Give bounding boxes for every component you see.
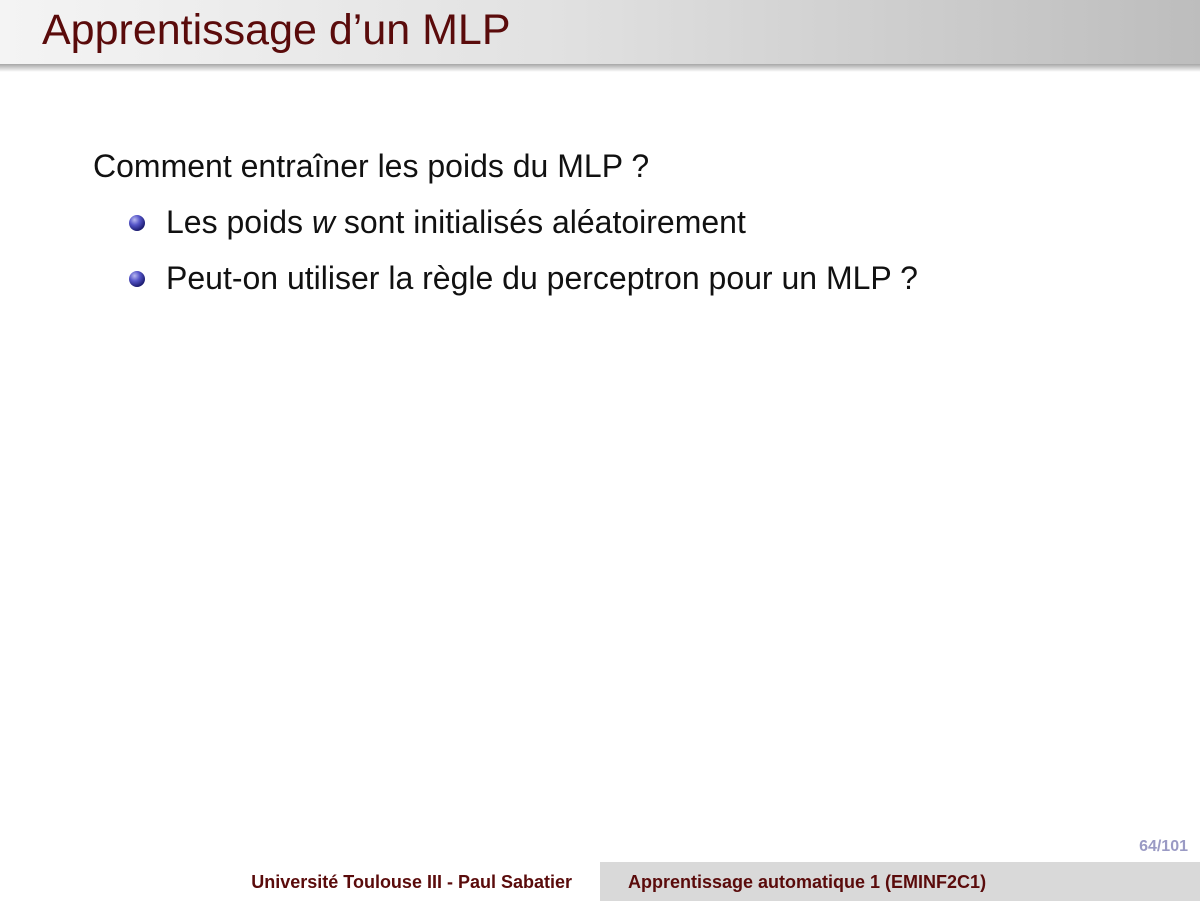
- bullet-text-part: Peut-on utiliser la règle du perceptron …: [166, 260, 918, 296]
- footer-right: Apprentissage automatique 1 (EMINF2C1): [600, 862, 1200, 901]
- intro-text: Comment entraîner les poids du MLP ?: [93, 148, 650, 184]
- sphere-bullet-icon: [129, 215, 145, 231]
- bullet-list: Les poids w sont initialisés aléatoireme…: [93, 202, 1143, 298]
- slide: Apprentissage d’un MLP Comment entraîner…: [0, 0, 1200, 901]
- variable-w: w: [311, 204, 335, 240]
- bullet-text: Peut-on utiliser la règle du perceptron …: [166, 260, 918, 296]
- footer-institution: Université Toulouse III - Paul Sabatier: [251, 872, 572, 892]
- bullet-text: Les poids w sont initialisés aléatoireme…: [166, 204, 746, 240]
- footer-course: Apprentissage automatique 1 (EMINF2C1): [628, 872, 987, 892]
- bullet-text-part: sont initialisés aléatoirement: [334, 204, 746, 240]
- slide-content: Comment entraîner les poids du MLP ? Les…: [93, 146, 1143, 314]
- footer: Université Toulouse III - Paul Sabatier …: [0, 862, 1200, 901]
- list-item: Peut-on utiliser la règle du perceptron …: [129, 258, 1143, 298]
- list-item: Les poids w sont initialisés aléatoireme…: [129, 202, 1143, 242]
- bullet-text-part: Les poids: [166, 204, 312, 240]
- sphere-bullet-icon: [129, 271, 145, 287]
- page-number: 64/101: [1139, 838, 1188, 855]
- slide-title: Apprentissage d’un MLP: [42, 6, 511, 54]
- title-shadow: [0, 64, 1200, 72]
- title-bar: Apprentissage d’un MLP: [0, 0, 1200, 64]
- footer-left: Université Toulouse III - Paul Sabatier: [0, 862, 600, 901]
